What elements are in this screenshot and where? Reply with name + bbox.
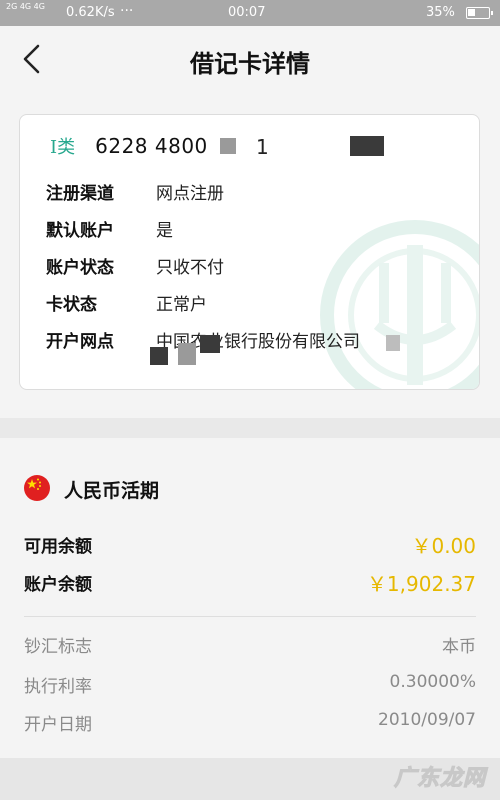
redaction-block <box>178 343 196 365</box>
bank-logo-watermark <box>320 220 479 389</box>
divider <box>24 616 476 617</box>
watermark-text: 广东龙网 <box>393 766 486 792</box>
notification-dots: ··· <box>120 3 134 19</box>
redaction-block <box>200 335 220 353</box>
card-class-label: I类 <box>50 137 76 158</box>
available-balance-value: ￥0.00 <box>411 534 476 558</box>
meta-row-open-date: 开户日期 2010/09/07 <box>24 710 476 735</box>
redaction-block <box>350 136 384 156</box>
balance-section: 人民币活期 可用余额 ￥0.00 账户余额 ￥1,902.37 钞汇标志 本币 … <box>0 438 500 758</box>
currency-title: 人民币活期 <box>64 480 160 502</box>
meta-row-interest-rate: 执行利率 0.30000% <box>24 672 476 697</box>
clock: 00:07 <box>228 5 266 20</box>
page-title: 借记卡详情 <box>190 50 310 78</box>
card-header: I类 6228 4800 <box>50 133 208 159</box>
china-flag-icon <box>24 475 50 501</box>
meta-row-currency-flag: 钞汇标志 本币 <box>24 637 476 657</box>
section-divider <box>0 418 500 438</box>
redaction-block <box>386 335 400 351</box>
signal-indicator: 2G 4G 4G <box>6 2 45 11</box>
network-speed: 0.62K/s <box>66 5 115 20</box>
account-balance-value: ￥1,902.37 <box>366 572 476 596</box>
nav-bar: 借记卡详情 <box>0 26 500 92</box>
redaction-block <box>150 347 168 365</box>
battery-icon <box>466 7 493 19</box>
card-detail-panel: I类 6228 4800 1 注册渠道 网点注册 默认账户 是 账户状态 只收不… <box>19 114 480 390</box>
card-number: 6228 4800 <box>95 134 208 158</box>
status-bar: 2G 4G 4G 0.62K/s ··· 00:07 35% <box>0 0 500 26</box>
battery-percent: 35% <box>426 5 455 20</box>
redaction-block <box>220 138 236 154</box>
available-balance-row: 可用余额 ￥0.00 <box>24 530 476 558</box>
account-balance-row: 账户余额 ￥1,902.37 <box>24 568 476 596</box>
card-number-tail: 1 <box>256 135 269 159</box>
